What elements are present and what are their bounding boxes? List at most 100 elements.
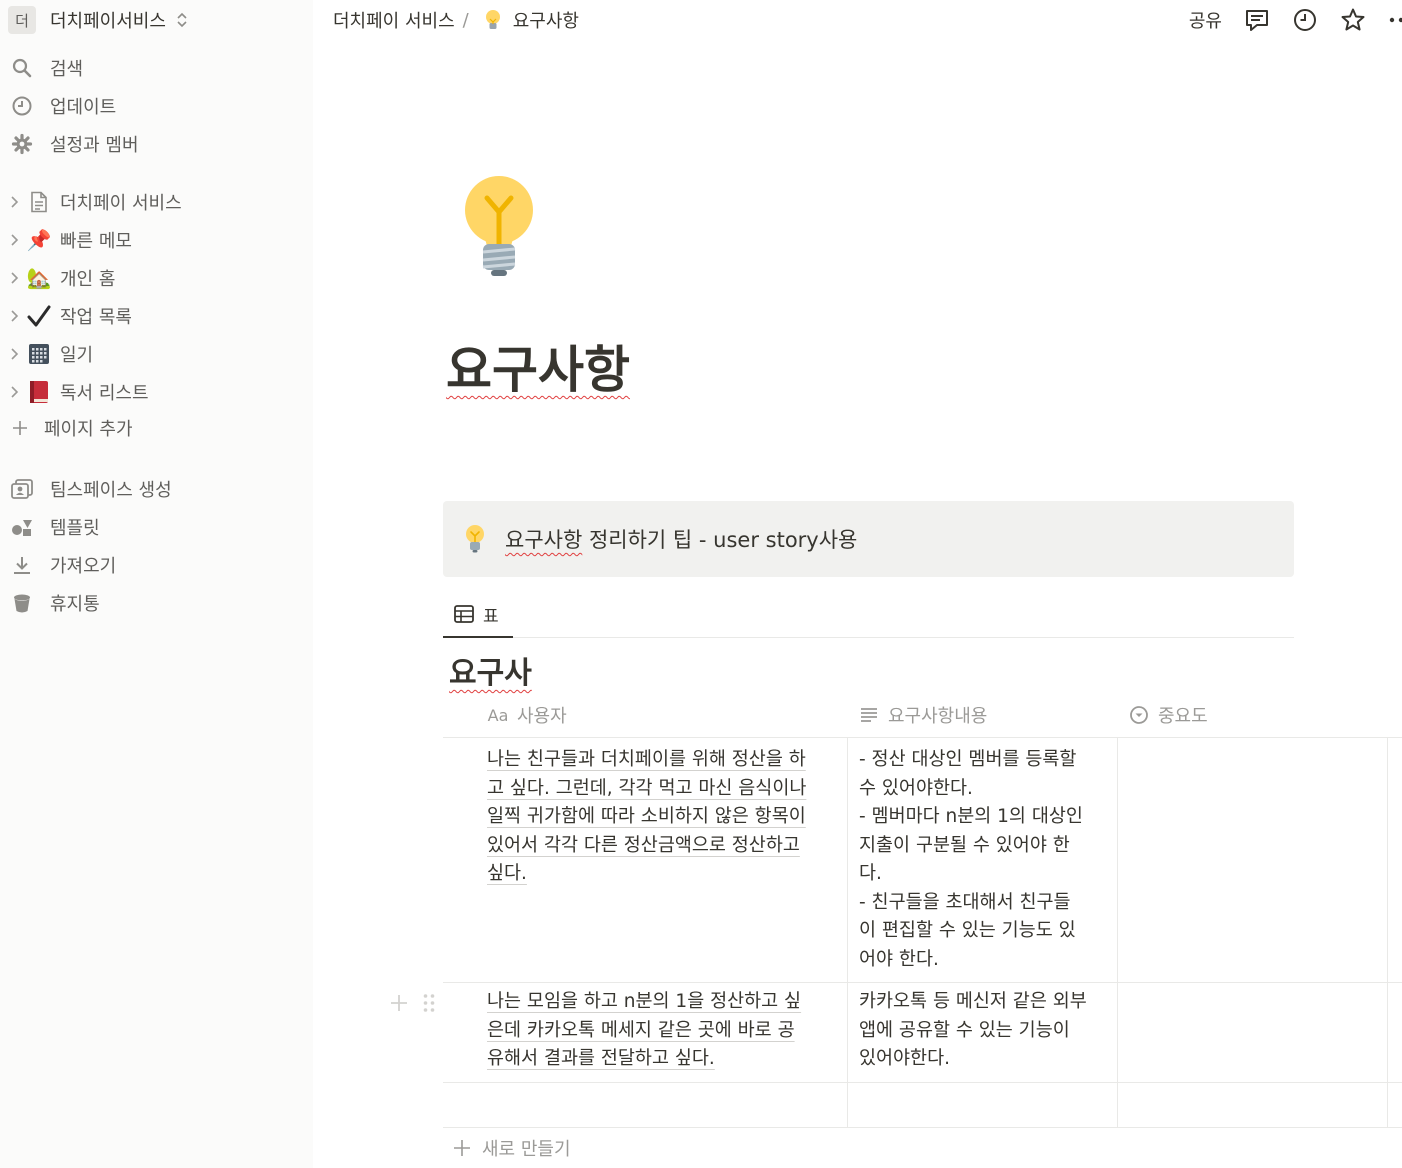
select-property-icon (1128, 704, 1150, 726)
checkmark-icon (26, 303, 52, 329)
sidebar-nav-label: 팀스페이스 생성 (50, 480, 172, 501)
cell-line: 일찍 귀가함에 따라 소비하지 않은 항목이 (487, 806, 806, 827)
sidebar-page-dutchpay-service[interactable]: 더치페이 서비스 (6, 186, 182, 218)
sidebar-page-diary[interactable]: 일기 (6, 338, 93, 370)
sidebar-nav-label: 가져오기 (50, 556, 117, 577)
sidebar-page-label: 개인 홈 (60, 269, 116, 290)
sidebar-page-label: 작업 목록 (60, 307, 132, 328)
cell-line: - 친구들을 초대해서 친구들 (859, 891, 1071, 913)
database-table: Aa 사용자 요구사항내용 중요도 나는 친구들과 더치페이를 위해 정산을 하 (443, 692, 1402, 1128)
sidebar-page-label: 일기 (60, 345, 94, 366)
view-tab-label: 표 (483, 606, 499, 627)
drag-handle-icon[interactable] (422, 992, 436, 1014)
column-header-label: 중요도 (1158, 706, 1208, 727)
sidebar-nav-label: 휴지통 (50, 594, 100, 615)
sidebar-nav-settings[interactable]: 설정과 멤버 (10, 129, 139, 159)
add-row-plus-icon[interactable] (388, 992, 410, 1014)
cell-line: 어야 한다. (859, 948, 939, 970)
chevron-right-icon[interactable] (6, 232, 22, 248)
table-header: Aa 사용자 요구사항내용 중요도 (443, 692, 1402, 738)
share-button[interactable]: 공유 (1189, 7, 1222, 33)
sidebar-page-personal-home[interactable]: 🏡 개인 홈 (6, 262, 115, 294)
column-header-label: 요구사항내용 (888, 706, 988, 727)
cell-line: 싶다. (487, 863, 527, 884)
cell-line: 나는 모임을 하고 n분의 1을 정산하고 싶 (487, 991, 802, 1012)
star-icon[interactable] (1340, 7, 1366, 33)
plus-icon (8, 416, 32, 440)
page-lightbulb-icon[interactable] (461, 172, 537, 280)
cell-line: 앱에 공유할 수 있는 기능이 (859, 1019, 1070, 1041)
chevron-updown-icon (177, 12, 187, 28)
workspace-switcher[interactable]: 더 더치페이서비스 (8, 4, 190, 36)
sidebar-add-page-button[interactable]: 페이지 추가 (8, 413, 133, 443)
view-tab-table[interactable]: 표 (443, 592, 513, 638)
cell-line: - 멤버마다 n분의 1의 대상인 (859, 806, 1083, 827)
workspace-avatar: 더 (8, 6, 36, 34)
sidebar-add-page-label: 페이지 추가 (44, 419, 133, 440)
chevron-right-icon[interactable] (6, 308, 22, 324)
callout-block[interactable]: 요구사항 정리하기 팁 - user story사용 (443, 501, 1294, 577)
cell-importance[interactable] (1118, 738, 1388, 982)
chevron-right-icon[interactable] (6, 194, 22, 210)
table-row-empty[interactable] (443, 1083, 1402, 1128)
cell-requirement[interactable] (848, 1083, 1118, 1127)
cell-line: 나는 친구들과 더치페이를 위해 정산을 하 (487, 749, 806, 770)
callout-text-highlighted: 요구사항 (505, 528, 583, 552)
lightbulb-icon[interactable] (463, 524, 487, 554)
sidebar-nav-search[interactable]: 검색 (10, 53, 83, 83)
cell-line: 있어야한다. (859, 1048, 950, 1069)
cell-requirement[interactable]: - 정산 대상인 멤버를 등록할 수 있어야한다. - 멤버마다 n분의 1의 … (848, 738, 1118, 982)
cell-user[interactable]: 나는 친구들과 더치페이를 위해 정산을 하 고 싶다. 그런데, 각각 먹고 … (443, 738, 848, 982)
database-title[interactable]: 요구사 (449, 648, 532, 692)
sidebar-nav-updates[interactable]: 업데이트 (10, 91, 116, 121)
book-emoji-icon (26, 379, 52, 405)
cell-importance[interactable] (1118, 983, 1388, 1082)
breadcrumb-parent[interactable]: 더치페이 서비스 (333, 7, 455, 33)
sidebar-import[interactable]: 가져오기 (10, 550, 116, 580)
lightbulb-icon (485, 10, 500, 29)
cell-line: - 정산 대상인 멤버를 등록할 (859, 749, 1077, 770)
new-row-button[interactable]: 새로 만들기 (452, 1134, 571, 1162)
comment-icon[interactable] (1244, 7, 1270, 33)
column-header-label: 사용자 (517, 706, 567, 727)
column-header-importance[interactable]: 중요도 (1128, 692, 1208, 738)
chevron-right-icon[interactable] (6, 346, 22, 362)
cell-user[interactable]: 나는 모임을 하고 n분의 1을 정산하고 싶 은데 카카오톡 메세지 같은 곳… (443, 983, 848, 1082)
cell-line: 유해서 결과를 전달하고 싶다. (487, 1048, 715, 1069)
sidebar-trash[interactable]: 휴지통 (10, 588, 100, 618)
breadcrumb-current[interactable]: 요구사항 (513, 7, 579, 33)
cell-user-text: 나는 모임을 하고 n분의 1을 정산하고 싶 은데 카카오톡 메세지 같은 곳… (487, 988, 847, 1074)
page-title[interactable]: 요구사항 (446, 330, 630, 402)
cell-requirement[interactable]: 카카오톡 등 메신저 같은 외부 앱에 공유할 수 있는 기능이 있어야한다. (848, 983, 1118, 1082)
chevron-right-icon[interactable] (6, 270, 22, 286)
table-row[interactable]: 나는 모임을 하고 n분의 1을 정산하고 싶 은데 카카오톡 메세지 같은 곳… (443, 983, 1402, 1083)
calendar-icon (26, 341, 52, 367)
callout-text-rest: 정리하기 팁 - user story사용 (582, 528, 858, 552)
download-icon (10, 553, 34, 577)
more-options-icon[interactable] (1388, 7, 1402, 33)
column-header-requirement[interactable]: 요구사항내용 (858, 692, 987, 738)
callout-text: 요구사항 정리하기 팁 - user story사용 (505, 524, 857, 554)
cell-importance[interactable] (1118, 1083, 1388, 1127)
sidebar-nav-label: 설정과 멤버 (50, 135, 139, 156)
column-header-user[interactable]: Aa 사용자 (485, 692, 567, 738)
text-lines-icon (858, 704, 880, 726)
sidebar-create-teamspace[interactable]: 팀스페이스 생성 (10, 474, 172, 504)
cell-user-text: 나는 친구들과 더치페이를 위해 정산을 하 고 싶다. 그런데, 각각 먹고 … (487, 746, 847, 889)
history-clock-icon[interactable] (1292, 7, 1318, 33)
sidebar-nav-label: 템플릿 (50, 518, 100, 539)
chevron-right-icon[interactable] (6, 384, 22, 400)
table-icon (454, 605, 474, 623)
shapes-icon (10, 515, 34, 539)
sidebar-page-quick-memo[interactable]: 📌 빠른 메모 (6, 224, 132, 256)
table-row[interactable]: 나는 친구들과 더치페이를 위해 정산을 하 고 싶다. 그런데, 각각 먹고 … (443, 738, 1402, 983)
cell-line: 이 편집할 수 있는 기능도 있 (859, 920, 1076, 941)
sidebar-templates[interactable]: 템플릿 (10, 512, 100, 542)
cell-line: 다. (859, 863, 882, 884)
cell-requirement-text: 카카오톡 등 메신저 같은 외부 앱에 공유할 수 있는 기능이 있어야한다. (859, 988, 1114, 1074)
workspace-name: 더치페이서비스 (50, 11, 166, 32)
sidebar-page-reading-list[interactable]: 독서 리스트 (6, 376, 149, 408)
document-icon (26, 189, 52, 215)
cell-user[interactable] (443, 1083, 848, 1127)
sidebar-page-task-list[interactable]: 작업 목록 (6, 300, 132, 332)
